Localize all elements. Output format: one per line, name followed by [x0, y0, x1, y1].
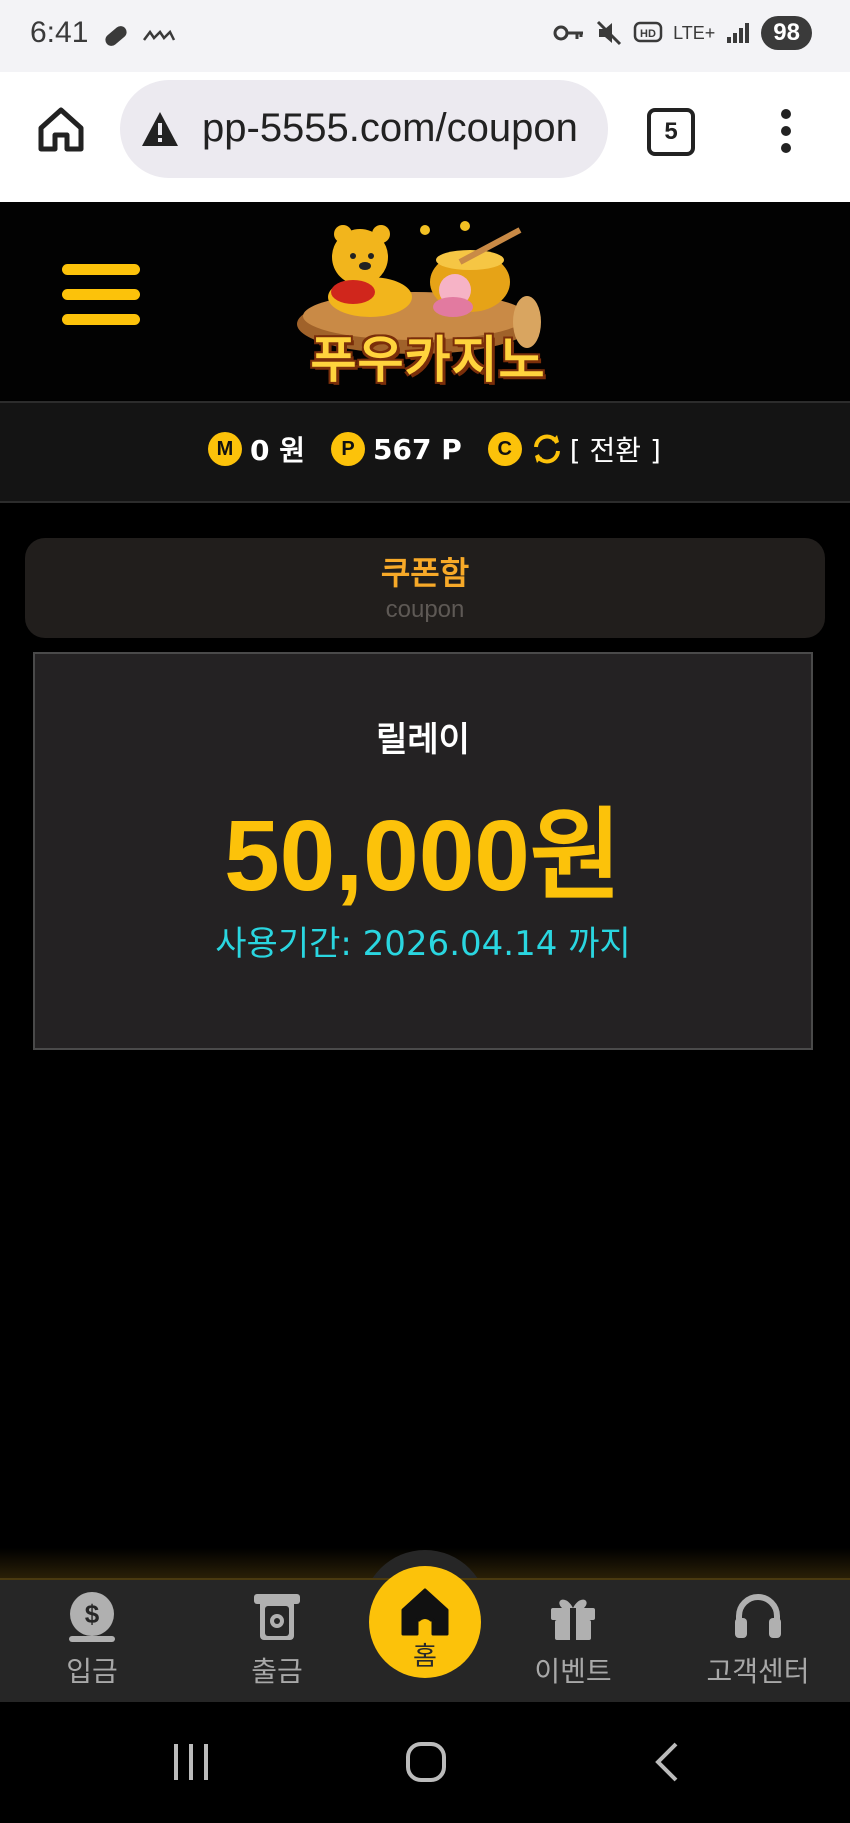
signal-icon	[727, 23, 750, 43]
convert-button[interactable]: [ 전환 ]	[570, 429, 661, 469]
site-header: 푸우카지노	[0, 202, 850, 400]
url-text[interactable]: pp-5555.com/coupon	[202, 106, 578, 151]
status-bar: 6:41 HD LTE+ 98	[0, 0, 850, 72]
home-icon	[401, 1588, 449, 1636]
mute-icon	[597, 20, 622, 46]
back-icon[interactable]	[650, 1740, 682, 1784]
coupon-expiry: 사용기간: 2026.04.14 까지	[215, 924, 631, 964]
headset-icon	[735, 1594, 781, 1638]
system-nav-bar	[0, 1702, 850, 1823]
nav-item-support[interactable]: 고객센터	[683, 1590, 833, 1690]
atm-icon	[254, 1594, 300, 1640]
coupon-name: 릴레이	[376, 720, 470, 760]
nav-item-event[interactable]: 이벤트	[498, 1590, 648, 1690]
not-secure-warning-icon[interactable]	[140, 110, 180, 148]
more-options-icon[interactable]	[776, 106, 796, 156]
tab-switcher-button[interactable]: 5	[647, 108, 695, 156]
nav-label: 고객센터	[706, 1655, 810, 1688]
logo-text: 푸우카지노	[310, 331, 546, 389]
nav-item-deposit[interactable]: $ 입금	[17, 1590, 167, 1690]
page-title: 쿠폰함	[380, 554, 470, 592]
address-bar[interactable]: pp-5555.com/coupon	[120, 80, 608, 178]
recent-apps-icon[interactable]	[170, 1740, 212, 1784]
money-badge-icon: M	[208, 432, 242, 466]
coupon-amount: 50,000원	[224, 800, 622, 912]
nav-label: 홈	[413, 1642, 437, 1672]
status-time: 6:41	[30, 16, 89, 49]
coupon-card[interactable]: 릴레이 50,000원 사용기간: 2026.04.14 까지	[33, 652, 813, 1050]
point-balance: 567 P	[373, 432, 462, 466]
kakao-icon	[143, 29, 176, 41]
battery-indicator: 98	[761, 16, 812, 50]
refresh-icon[interactable]	[530, 432, 564, 466]
nav-item-home[interactable]: 홈	[369, 1566, 481, 1678]
key-icon	[553, 25, 584, 41]
nav-label: 입금	[66, 1655, 118, 1688]
browser-home-icon[interactable]	[36, 104, 86, 154]
lte-icon: LTE+	[673, 22, 716, 43]
page-subtitle: coupon	[385, 596, 465, 623]
nav-label: 출금	[251, 1655, 303, 1688]
gift-icon	[551, 1599, 595, 1640]
dollar-coin-icon: $	[69, 1592, 115, 1642]
nav-label: 이벤트	[534, 1655, 612, 1688]
casino-badge-icon: C	[487, 432, 522, 466]
svg-text:HD: HD	[640, 28, 656, 40]
browser-toolbar: pp-5555.com/coupon 5	[0, 72, 850, 202]
system-home-icon[interactable]	[404, 1740, 448, 1784]
pill-icon	[105, 26, 127, 46]
money-balance: 0 원	[250, 434, 305, 467]
hd-icon: HD	[633, 21, 663, 43]
point-badge-icon: P	[331, 432, 365, 466]
balance-bar: M 0 원 P 567 P C [ 전환 ]	[0, 401, 850, 503]
hamburger-menu-button[interactable]	[62, 264, 140, 334]
coupon-section-header: 쿠폰함 coupon	[25, 538, 825, 638]
svg-text:$: $	[85, 1599, 100, 1629]
nav-item-withdraw[interactable]: 출금	[202, 1590, 352, 1690]
